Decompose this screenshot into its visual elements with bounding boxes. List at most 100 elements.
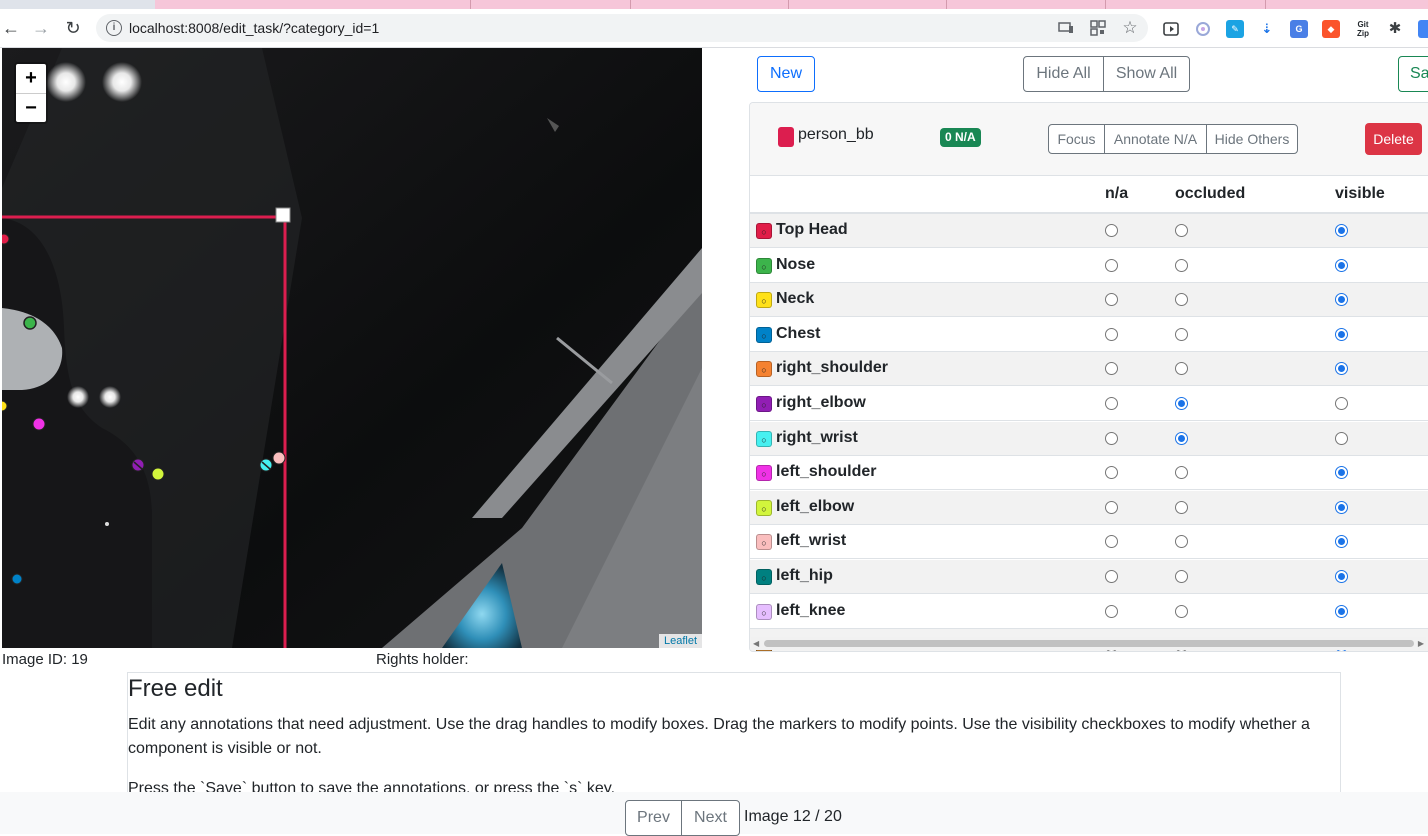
box-resize-handle[interactable] bbox=[275, 207, 291, 223]
keypoint-occluded-radio[interactable] bbox=[1175, 397, 1188, 410]
keypoint-occluded-radio[interactable] bbox=[1175, 327, 1188, 341]
forward-icon[interactable]: → bbox=[30, 17, 52, 39]
keypoint-visible-radio[interactable] bbox=[1335, 604, 1348, 618]
scrollbar-thumb[interactable] bbox=[764, 640, 1414, 647]
keypoint-visible-radio[interactable] bbox=[1335, 570, 1348, 583]
google-translate-icon[interactable]: G bbox=[1290, 20, 1308, 38]
keypoint-color-icon: ○ bbox=[756, 361, 772, 378]
keypoint-na-radio[interactable] bbox=[1105, 224, 1118, 237]
keypoint-marker-left-elbow[interactable] bbox=[151, 467, 165, 481]
keypoint-na-radio[interactable] bbox=[1105, 258, 1118, 272]
keypoint-name: Chest bbox=[776, 324, 821, 342]
zoom-in-button[interactable]: + bbox=[16, 64, 46, 94]
keypoint-na-radio[interactable] bbox=[1105, 327, 1118, 341]
keypoint-na-radio[interactable] bbox=[1105, 397, 1118, 410]
keypoint-name: left_shoulder bbox=[776, 463, 877, 481]
browser-toolbar: ← → ↻ i localhost:8008/edit_task/?catego… bbox=[0, 9, 1428, 48]
keypoint-marker-left-wrist[interactable] bbox=[272, 451, 286, 465]
address-bar[interactable]: i localhost:8008/edit_task/?category_id=… bbox=[96, 14, 1148, 42]
active-tab-group[interactable] bbox=[155, 0, 1428, 9]
keypoint-occluded-radio[interactable] bbox=[1175, 258, 1188, 272]
keypoint-visible-radio[interactable] bbox=[1335, 500, 1348, 514]
extension-pen-icon[interactable]: ✎ bbox=[1226, 20, 1244, 38]
keypoint-na-radio[interactable] bbox=[1105, 431, 1118, 445]
camera-image bbox=[2, 48, 702, 648]
keypoint-marker-left-shoulder[interactable] bbox=[32, 417, 46, 431]
keypoint-color-icon: ○ bbox=[756, 569, 772, 585]
keypoint-table-header: n/a occluded visible bbox=[750, 176, 1428, 214]
scroll-right-arrow-icon[interactable]: ▶ bbox=[1418, 639, 1424, 648]
keypoint-visible-radio[interactable] bbox=[1335, 466, 1348, 480]
keypoint-row: ○ left_shoulder bbox=[750, 456, 1428, 491]
keypoint-na-radio[interactable] bbox=[1105, 362, 1118, 376]
brave-lion-icon[interactable]: ◆ bbox=[1322, 20, 1340, 38]
browser-tab-strip[interactable] bbox=[0, 0, 1428, 9]
scroll-left-arrow-icon[interactable]: ◀ bbox=[753, 639, 759, 648]
focus-button[interactable]: Focus bbox=[1048, 124, 1105, 154]
bookmark-star-icon[interactable]: ☆ bbox=[1122, 19, 1138, 36]
keypoint-visible-radio[interactable] bbox=[1335, 397, 1348, 410]
keypoint-name: left_wrist bbox=[776, 532, 847, 550]
extensions-puzzle-icon[interactable]: ✱ bbox=[1386, 20, 1404, 38]
keypoint-occluded-radio[interactable] bbox=[1175, 293, 1188, 307]
keypoint-occluded-radio[interactable] bbox=[1175, 224, 1188, 237]
save-button[interactable]: Save bbox=[1398, 56, 1428, 92]
keypoint-occluded-radio[interactable] bbox=[1175, 466, 1188, 480]
annotate-na-button[interactable]: Annotate N/A bbox=[1104, 124, 1207, 154]
delete-annotation-button[interactable]: Delete bbox=[1365, 123, 1422, 155]
keypoint-occluded-radio[interactable] bbox=[1175, 570, 1188, 583]
keypoint-visible-radio[interactable] bbox=[1335, 224, 1348, 237]
keypoint-na-radio[interactable] bbox=[1105, 535, 1118, 549]
keypoint-name: Top Head bbox=[776, 221, 848, 238]
annotation-map[interactable]: + − Leaflet bbox=[2, 48, 702, 648]
hide-all-button[interactable]: Hide All bbox=[1023, 56, 1104, 92]
keypoint-na-radio[interactable] bbox=[1105, 466, 1118, 480]
leaflet-attribution-link[interactable]: Leaflet bbox=[658, 634, 702, 648]
keypoint-visible-radio[interactable] bbox=[1335, 535, 1348, 549]
keypoint-row: ○ left_knee bbox=[750, 595, 1428, 629]
keypoint-name: left_hip bbox=[776, 567, 833, 584]
gitzip-icon[interactable]: Git Zip bbox=[1354, 20, 1372, 38]
tab-divider bbox=[1105, 0, 1106, 9]
tab-divider bbox=[1265, 0, 1266, 9]
profile-icon[interactable] bbox=[1418, 20, 1428, 38]
keypoint-na-radio[interactable] bbox=[1105, 293, 1118, 307]
keypoint-visible-radio[interactable] bbox=[1335, 258, 1348, 272]
keypoint-marker-top-head[interactable] bbox=[2, 233, 10, 245]
keypoint-name: right_wrist bbox=[776, 428, 858, 446]
extension-swirl-icon[interactable] bbox=[1194, 20, 1212, 38]
show-all-button[interactable]: Show All bbox=[1103, 56, 1190, 92]
keypoint-marker-chest[interactable] bbox=[11, 573, 23, 585]
cast-icon[interactable] bbox=[1058, 20, 1074, 36]
next-button[interactable]: Next bbox=[681, 800, 740, 836]
qr-code-icon[interactable] bbox=[1090, 20, 1106, 36]
zoom-out-button[interactable]: − bbox=[16, 94, 46, 123]
table-horizontal-scrollbar[interactable]: ◀ ▶ bbox=[751, 637, 1426, 650]
keypoint-occluded-radio[interactable] bbox=[1175, 535, 1188, 549]
keypoint-visible-radio[interactable] bbox=[1335, 362, 1348, 376]
extension-download-icon[interactable]: ⇣ bbox=[1258, 20, 1276, 38]
keypoint-na-radio[interactable] bbox=[1105, 500, 1118, 514]
new-annotation-button[interactable]: New bbox=[757, 56, 815, 92]
tab-divider bbox=[470, 0, 471, 9]
category-name: person_bb bbox=[798, 126, 874, 143]
keypoint-occluded-radio[interactable] bbox=[1175, 431, 1188, 445]
site-info-icon[interactable]: i bbox=[106, 20, 122, 36]
keypoint-occluded-radio[interactable] bbox=[1175, 500, 1188, 514]
keypoint-visible-radio[interactable] bbox=[1335, 327, 1348, 341]
keypoint-marker-nose[interactable] bbox=[23, 316, 37, 330]
reload-icon[interactable]: ↻ bbox=[62, 17, 84, 39]
keypoint-visible-radio[interactable] bbox=[1335, 431, 1348, 445]
keypoint-na-radio[interactable] bbox=[1105, 604, 1118, 618]
image-id-label: Image ID: 19 bbox=[2, 651, 88, 668]
keypoint-na-radio[interactable] bbox=[1105, 570, 1118, 583]
hide-others-button[interactable]: Hide Others bbox=[1206, 124, 1298, 154]
prev-button[interactable]: Prev bbox=[625, 800, 682, 836]
reader-mode-icon[interactable] bbox=[1162, 20, 1180, 38]
keypoint-visible-radio[interactable] bbox=[1335, 293, 1348, 307]
keypoint-occluded-radio[interactable] bbox=[1175, 604, 1188, 618]
back-icon[interactable]: ← bbox=[0, 17, 22, 39]
keypoint-occluded-radio[interactable] bbox=[1175, 362, 1188, 376]
url-text[interactable]: localhost:8008/edit_task/?category_id=1 bbox=[129, 20, 379, 36]
keypoint-color-icon: ○ bbox=[756, 499, 772, 516]
